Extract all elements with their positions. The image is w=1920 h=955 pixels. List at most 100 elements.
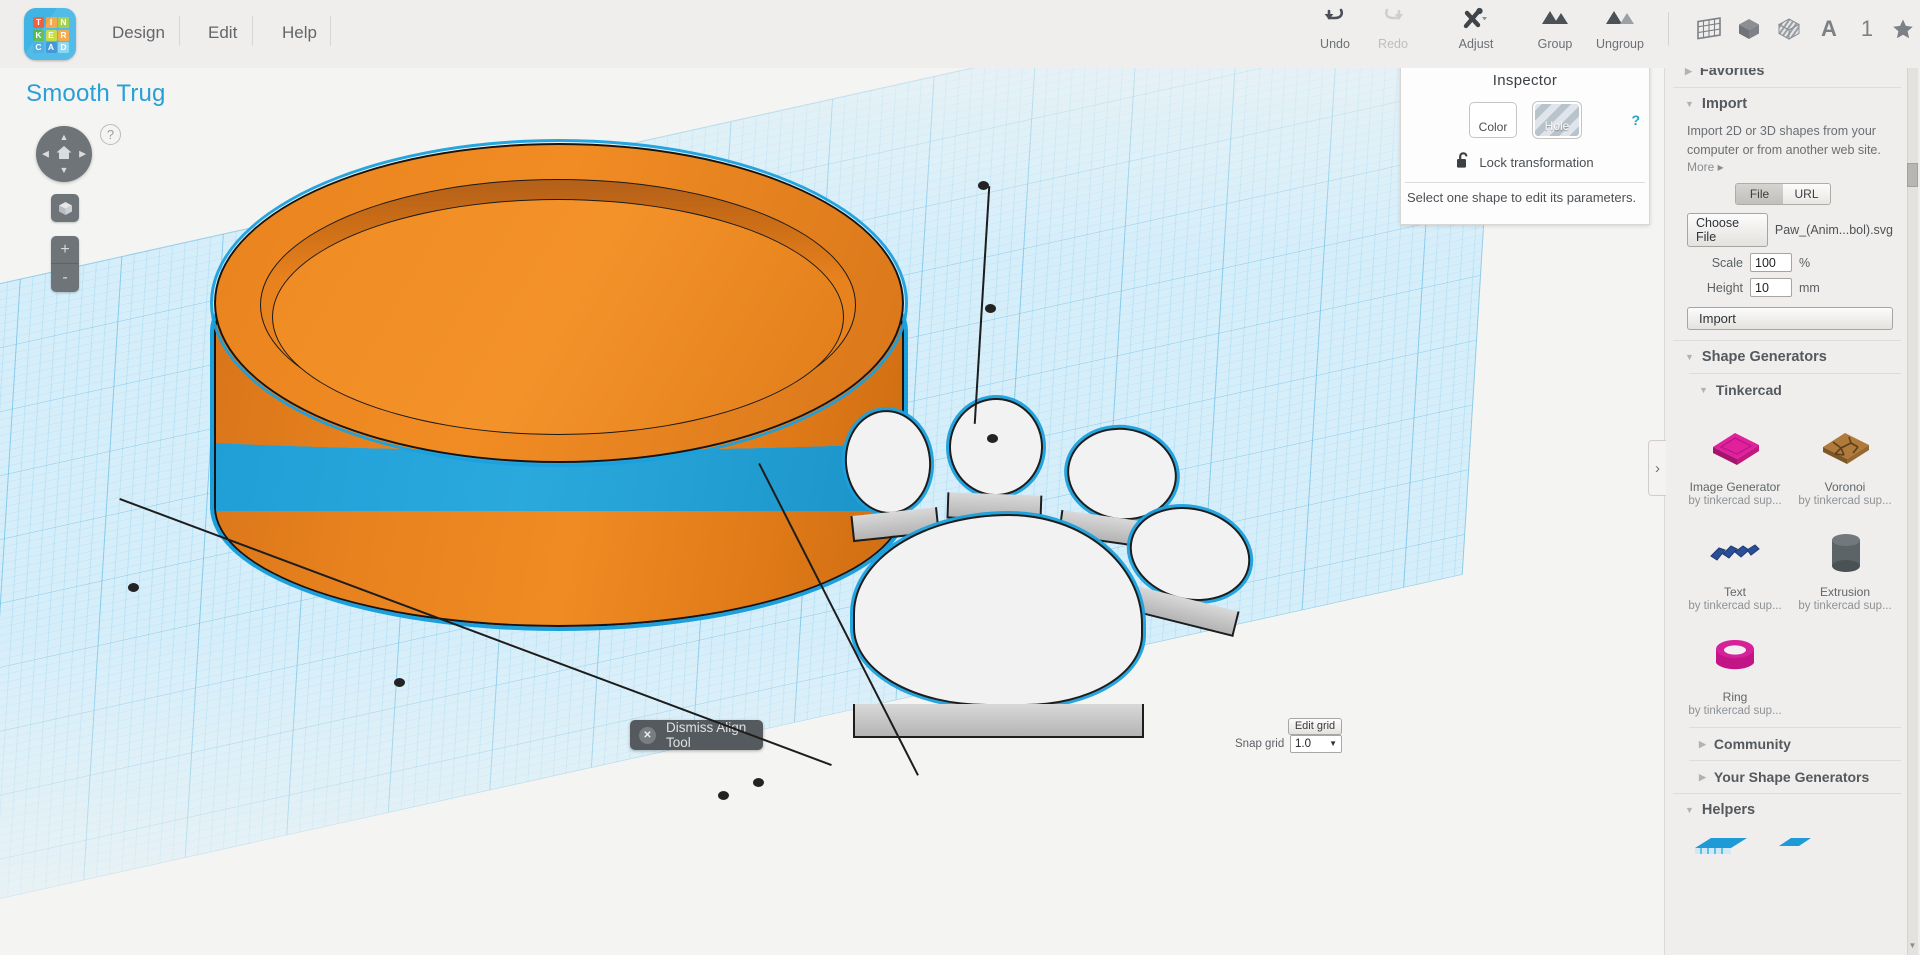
align-handle-base[interactable] (987, 434, 998, 443)
text-generator-thumb-icon (1681, 525, 1789, 581)
sidebar-section-your-shape-generators[interactable]: ▶ Your Shape Generators (1665, 761, 1909, 793)
ungroup-icon (1589, 6, 1651, 36)
chevron-down-icon: ▼ (1685, 352, 1694, 362)
nav-down-arrow-icon[interactable]: ▼ (60, 166, 69, 175)
dismiss-align-tool-button[interactable]: ✕ Dismiss Align Tool (630, 720, 763, 750)
shape-generator-grid: Image Generator by tinkercad sup... Voro… (1665, 406, 1909, 727)
import-button[interactable]: Import (1687, 307, 1893, 330)
number-tool-icon[interactable]: 1 (1848, 10, 1886, 48)
toolbar-separator (1668, 12, 1669, 46)
your-shape-generators-label: Your Shape Generators (1713, 769, 1870, 785)
nav-right-arrow-icon[interactable]: ▶ (79, 149, 86, 159)
generator-author: by tinkercad sup... (1798, 495, 1892, 507)
adjust-button[interactable]: Adjust (1445, 6, 1507, 60)
project-title[interactable]: Smooth Trug (26, 80, 166, 108)
logo-tile-t: T (33, 17, 44, 28)
undo-icon (1304, 6, 1366, 36)
sidebar-section-tinkercad[interactable]: ▼ Tinkercad (1665, 374, 1909, 406)
sidebar-section-helpers[interactable]: ▼ Helpers (1665, 794, 1909, 826)
chevron-down-icon: ▼ (1685, 805, 1694, 815)
scale-input[interactable] (1750, 253, 1792, 272)
chevron-right-icon: ▶ (1699, 738, 1706, 749)
undo-button[interactable]: Undo (1304, 6, 1366, 60)
snap-grid-select[interactable]: 1.0 ▼ (1290, 735, 1342, 753)
hole-swatch-button[interactable]: Hole (1533, 102, 1581, 138)
text-tool-icon[interactable]: A (1810, 10, 1848, 48)
menu-separator-2 (252, 16, 253, 46)
menu-design[interactable]: Design (96, 18, 181, 48)
sidebar-section-shape-generators[interactable]: ▼ Shape Generators (1665, 341, 1909, 373)
sidebar-scrollbar-track[interactable] (1907, 55, 1918, 955)
menu-edit[interactable]: Edit (192, 18, 253, 48)
color-swatch-label: Color (1478, 120, 1508, 134)
import-tab-file[interactable]: File (1736, 184, 1783, 204)
solid-cube-icon[interactable] (1730, 10, 1768, 48)
generator-name: Image Generator (1689, 480, 1781, 494)
redo-button[interactable]: Redo (1362, 6, 1424, 60)
choose-file-button[interactable]: Choose File (1687, 213, 1768, 247)
align-handle-top[interactable] (978, 181, 989, 190)
chevron-down-icon[interactable]: ▼ (1329, 739, 1337, 748)
group-button[interactable]: Group (1524, 6, 1586, 60)
sidebar-scrollbar-thumb[interactable] (1907, 163, 1918, 187)
open-lock-icon (1456, 152, 1471, 172)
menu-separator-3 (330, 16, 331, 46)
snap-grid-value: 1.0 (1295, 738, 1311, 750)
trug-bowl-shape[interactable] (210, 139, 908, 663)
generator-item-ring[interactable]: Ring by tinkercad sup... (1681, 624, 1789, 727)
view-navigation-pad[interactable]: ▲ ▼ ◀ ▶ (36, 126, 92, 182)
align-handle-left-near[interactable] (718, 791, 729, 800)
view-cube-button[interactable] (51, 194, 79, 222)
generator-author: by tinkercad sup... (1798, 600, 1892, 612)
edit-grid-button[interactable]: Edit grid (1288, 718, 1342, 735)
import-more-link[interactable]: More ▸ (1687, 160, 1893, 174)
nav-up-arrow-icon[interactable]: ▲ (60, 133, 69, 142)
image-generator-thumb-icon (1681, 420, 1789, 476)
tinkercad-logo[interactable]: TINKERCAD (24, 8, 76, 60)
generator-item-extrusion[interactable]: Extrusion by tinkercad sup... (1791, 519, 1899, 622)
close-x-icon[interactable]: ✕ (639, 726, 656, 744)
ungroup-button[interactable]: Ungroup (1589, 6, 1651, 60)
redo-icon (1362, 6, 1424, 36)
workplane-grid-icon[interactable] (1690, 10, 1728, 48)
align-handle-mid[interactable] (985, 304, 996, 313)
import-description: Import 2D or 3D shapes from your compute… (1687, 124, 1881, 157)
navigation-help-button[interactable]: ? (100, 124, 121, 145)
align-handle-left-mid[interactable] (394, 678, 405, 687)
generator-item-voronoi[interactable]: Voronoi by tinkercad sup... (1791, 414, 1899, 517)
helper-ruler-icon[interactable] (1691, 834, 1749, 860)
inspector-message: Select one shape to edit its parameters. (1407, 190, 1637, 205)
align-handle-left-far[interactable] (128, 583, 139, 592)
generator-item-text[interactable]: Text by tinkercad sup... (1681, 519, 1789, 622)
menu-separator-1 (179, 16, 180, 46)
sidebar-scroll-content: ▶ Favorites ▼ Import Import 2D or 3D sha… (1665, 55, 1909, 955)
zoom-in-button[interactable]: + (51, 236, 79, 264)
height-input[interactable] (1750, 278, 1792, 297)
zoom-out-button[interactable]: - (51, 264, 79, 292)
nav-left-arrow-icon[interactable]: ◀ (42, 149, 49, 159)
sidebar-section-community[interactable]: ▶ Community (1665, 728, 1909, 760)
hole-cube-icon[interactable] (1770, 10, 1808, 48)
helper-workplane-icon[interactable] (1775, 834, 1833, 860)
chosen-file-name: Paw_(Anim...bol).svg (1774, 223, 1893, 237)
menu-help[interactable]: Help (266, 18, 333, 48)
import-source-toggle[interactable]: File URL (1735, 183, 1831, 205)
paw-main-pad[interactable] (852, 514, 1144, 738)
lock-transformation-row[interactable]: Lock transformation (1401, 152, 1649, 172)
zoom-controls[interactable]: + - (51, 236, 79, 292)
inspector-help-icon[interactable]: ? (1631, 112, 1640, 128)
import-tab-url[interactable]: URL (1783, 184, 1830, 204)
import-label: Import (1701, 96, 1748, 112)
collapse-panel-handle[interactable]: › (1648, 440, 1666, 496)
color-swatch-button[interactable]: Color (1469, 102, 1517, 138)
paw-print-shape[interactable] (839, 396, 1265, 768)
favorites-star-icon[interactable] (1884, 10, 1920, 48)
home-icon[interactable] (56, 145, 73, 163)
scroll-down-arrow-icon[interactable]: ▼ (1907, 939, 1918, 952)
scale-unit: % (1799, 255, 1811, 270)
sidebar-section-import[interactable]: ▼ Import (1665, 88, 1909, 120)
align-handle-right-near[interactable] (753, 778, 764, 787)
import-body: Import 2D or 3D shapes from your compute… (1665, 120, 1909, 340)
generator-item-image-generator[interactable]: Image Generator by tinkercad sup... (1681, 414, 1789, 517)
scale-label: Scale (1711, 255, 1743, 270)
